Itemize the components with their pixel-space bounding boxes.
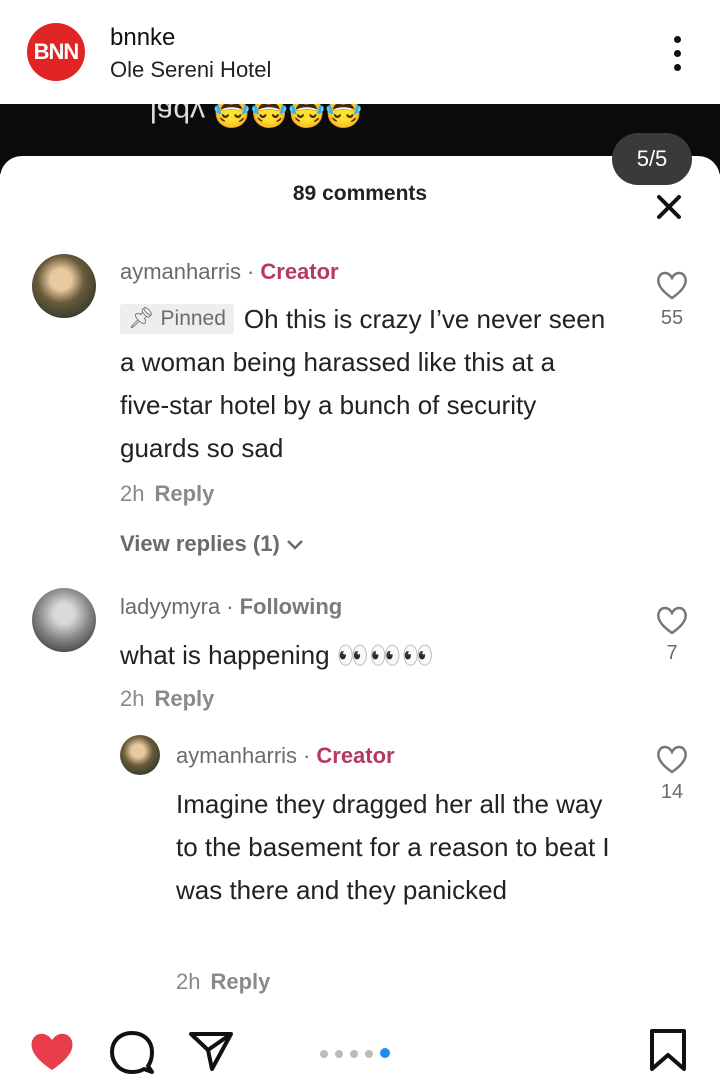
carousel-dot — [320, 1050, 328, 1058]
close-comments-button[interactable] — [652, 190, 686, 224]
like-button[interactable]: 55 — [652, 270, 692, 330]
comment-text: what is happening 👀👀👀 — [120, 640, 434, 670]
reply-button[interactable]: Reply — [154, 686, 214, 711]
pinned-badge: 📌︎ Pinned — [120, 304, 234, 334]
avatar[interactable] — [32, 588, 96, 652]
following-badge: Following — [239, 594, 343, 619]
more-dot — [674, 50, 681, 57]
like-post-button[interactable] — [28, 1030, 76, 1077]
video-caption: lady 😂😂😂😂 — [150, 104, 363, 128]
reply-button[interactable]: Reply — [154, 481, 214, 506]
separator-dot: · — [303, 743, 311, 768]
post-location[interactable]: Ole Sereni Hotel — [110, 57, 271, 83]
heart-icon — [31, 1033, 73, 1070]
comment-meta: 2h Reply — [120, 481, 214, 507]
reply-button[interactable]: Reply — [210, 969, 270, 994]
post-header: BNN bnnke Ole Sereni Hotel — [0, 0, 720, 104]
comment-meta: 2h Reply — [120, 686, 214, 712]
carousel-dot — [335, 1050, 343, 1058]
comment-meta: 2h Reply — [176, 969, 270, 995]
pinned-label: Pinned — [160, 307, 226, 330]
like-count: 7 — [666, 642, 678, 664]
close-icon — [657, 195, 681, 219]
like-button[interactable]: 14 — [652, 744, 692, 804]
like-count: 55 — [660, 307, 684, 329]
more-dot — [674, 64, 681, 71]
account-avatar[interactable]: BNN — [27, 23, 85, 81]
carousel-dot — [365, 1050, 373, 1058]
heart-outline-icon — [657, 745, 687, 774]
more-options-button[interactable] — [662, 30, 692, 76]
comment-author-line: aymanharris · Creator — [176, 743, 395, 769]
comment-author-line: ladyymyra · Following — [120, 594, 342, 620]
chevron-down-icon — [287, 540, 303, 550]
view-replies-label: View replies (1) — [120, 531, 280, 556]
account-name[interactable]: bnnke — [110, 24, 175, 52]
carousel-indicator — [320, 1045, 397, 1063]
carousel-dot — [350, 1050, 358, 1058]
comment-text: Imagine they dragged her all the way to … — [176, 789, 610, 905]
view-replies-button[interactable]: View replies (1) — [120, 531, 304, 557]
more-dot — [674, 36, 681, 43]
comment-text: 📌︎ Pinned Oh this is crazy I’ve never see… — [120, 298, 610, 470]
bookmark-icon — [650, 1029, 686, 1071]
comment-username[interactable]: aymanharris — [120, 259, 241, 284]
share-icon — [189, 1032, 233, 1071]
creator-badge: Creator — [316, 743, 395, 768]
heart-outline-icon — [657, 271, 687, 300]
comment-icon — [110, 1031, 154, 1074]
comment-time: 2h — [120, 481, 145, 506]
comment-author-line: aymanharris · Creator — [120, 259, 339, 285]
separator-dot: · — [226, 594, 234, 619]
share-button[interactable] — [188, 1030, 234, 1077]
heart-outline-icon — [657, 606, 687, 635]
like-count: 14 — [660, 781, 684, 803]
save-button[interactable] — [648, 1028, 688, 1077]
separator-dot: · — [247, 259, 255, 284]
comment-username[interactable]: aymanharris — [176, 743, 297, 768]
avatar[interactable] — [32, 254, 96, 318]
pin-icon: 📌︎ — [128, 307, 155, 330]
carousel-dot-active — [380, 1048, 390, 1058]
page-indicator: 5/5 — [612, 133, 692, 185]
comment-username[interactable]: ladyymyra — [120, 594, 220, 619]
comment-time: 2h — [176, 969, 201, 994]
creator-badge: Creator — [260, 259, 339, 284]
comments-count: 89 comments — [292, 182, 428, 205]
avatar[interactable] — [120, 735, 160, 775]
comment-time: 2h — [120, 686, 145, 711]
like-button[interactable]: 7 — [652, 605, 692, 665]
comment-button[interactable] — [108, 1030, 156, 1079]
